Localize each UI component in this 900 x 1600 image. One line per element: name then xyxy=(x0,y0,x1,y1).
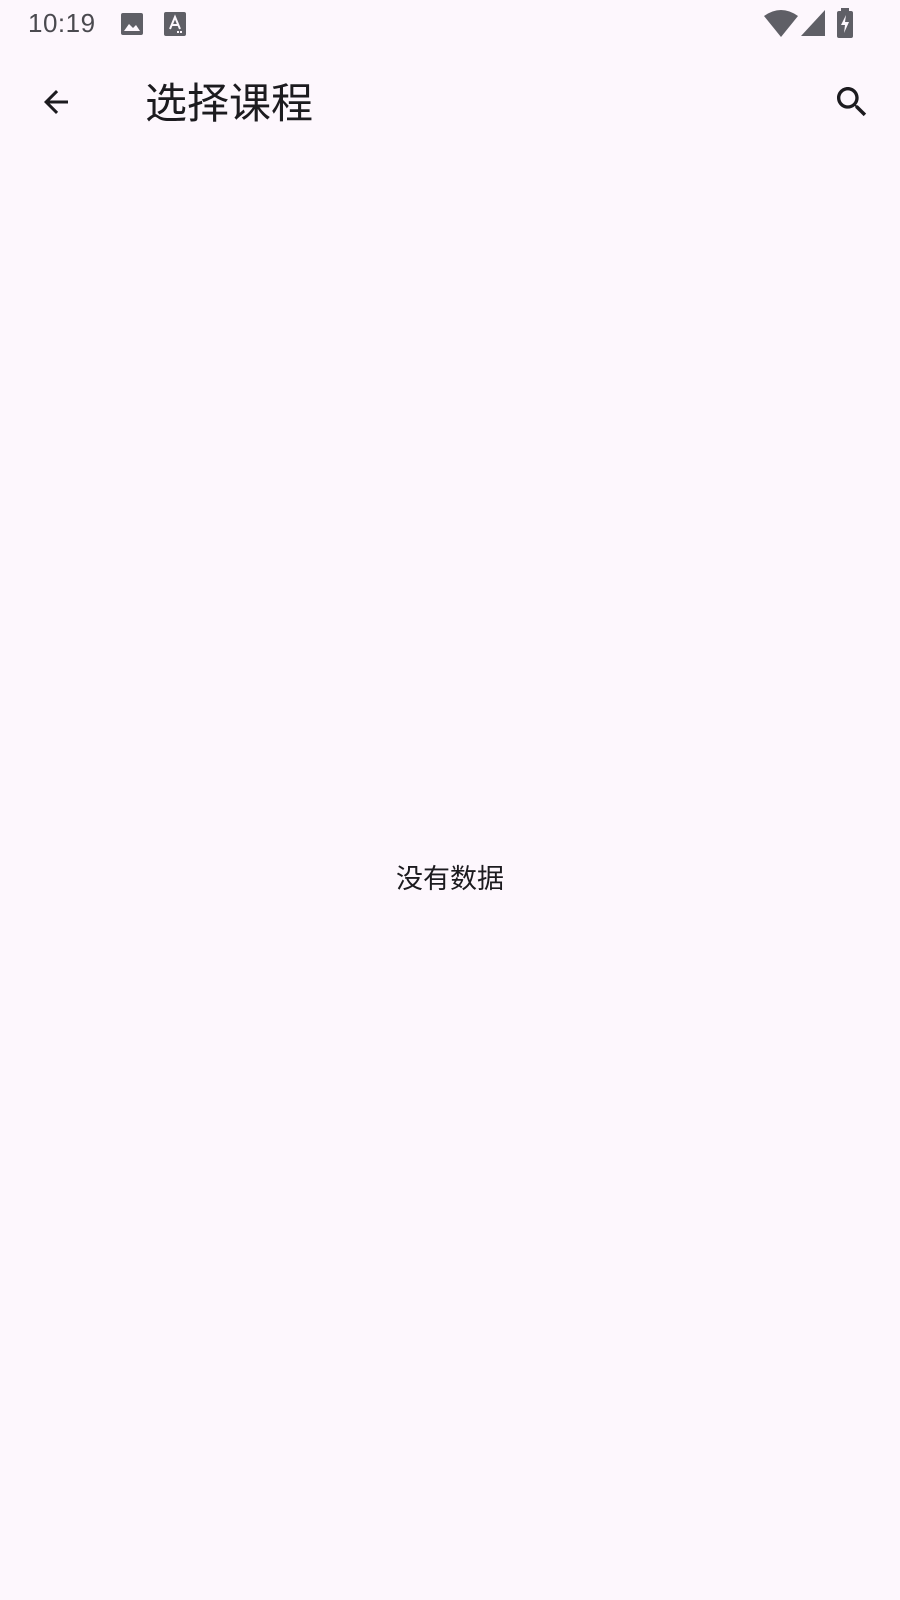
empty-state-message: 没有数据 xyxy=(396,864,504,895)
back-button[interactable] xyxy=(28,76,84,132)
text-a-icon xyxy=(164,12,186,40)
battery-charging-icon xyxy=(836,8,854,42)
cell-signal-icon xyxy=(801,10,825,40)
status-time: 10:19 xyxy=(28,8,96,38)
image-icon xyxy=(120,12,144,40)
search-button[interactable] xyxy=(824,76,880,132)
arrow-back-icon xyxy=(38,84,74,124)
top-app-bar: 选择课程 xyxy=(0,56,900,152)
status-bar: 10:19 xyxy=(0,0,900,48)
wifi-icon xyxy=(764,10,798,42)
page-title: 选择课程 xyxy=(145,79,314,128)
search-icon xyxy=(832,82,872,126)
